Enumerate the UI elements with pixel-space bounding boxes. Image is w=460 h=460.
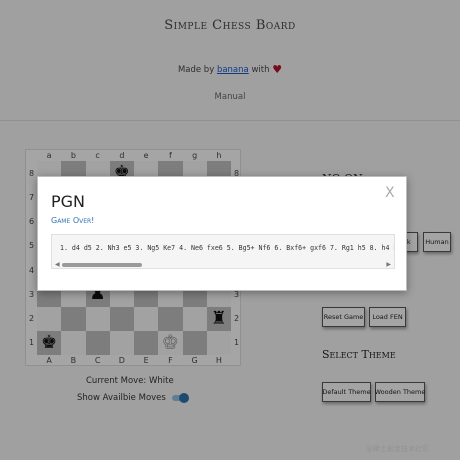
pgn-text: 1. d4 d5 2. Nh3 e5 3. Ng5 Ke7 4. Ne6 fxe…: [60, 244, 395, 252]
game-over-text: Game Over!: [51, 216, 95, 225]
scroll-thumb[interactable]: [62, 263, 142, 267]
scroll-right-icon[interactable]: ▶: [386, 261, 391, 268]
close-icon[interactable]: X: [385, 185, 395, 201]
pgn-scrollbar[interactable]: ◀ ▶: [55, 261, 391, 268]
scroll-left-icon[interactable]: ◀: [55, 261, 60, 268]
modal-title: PGN: [51, 192, 86, 211]
pgn-modal: PGN X Game Over! 1. d4 d5 2. Nh3 e5 3. N…: [37, 176, 407, 291]
pgn-textbox[interactable]: 1. d4 d5 2. Nh3 e5 3. Ng5 Ke7 4. Ne6 fxe…: [51, 234, 395, 269]
